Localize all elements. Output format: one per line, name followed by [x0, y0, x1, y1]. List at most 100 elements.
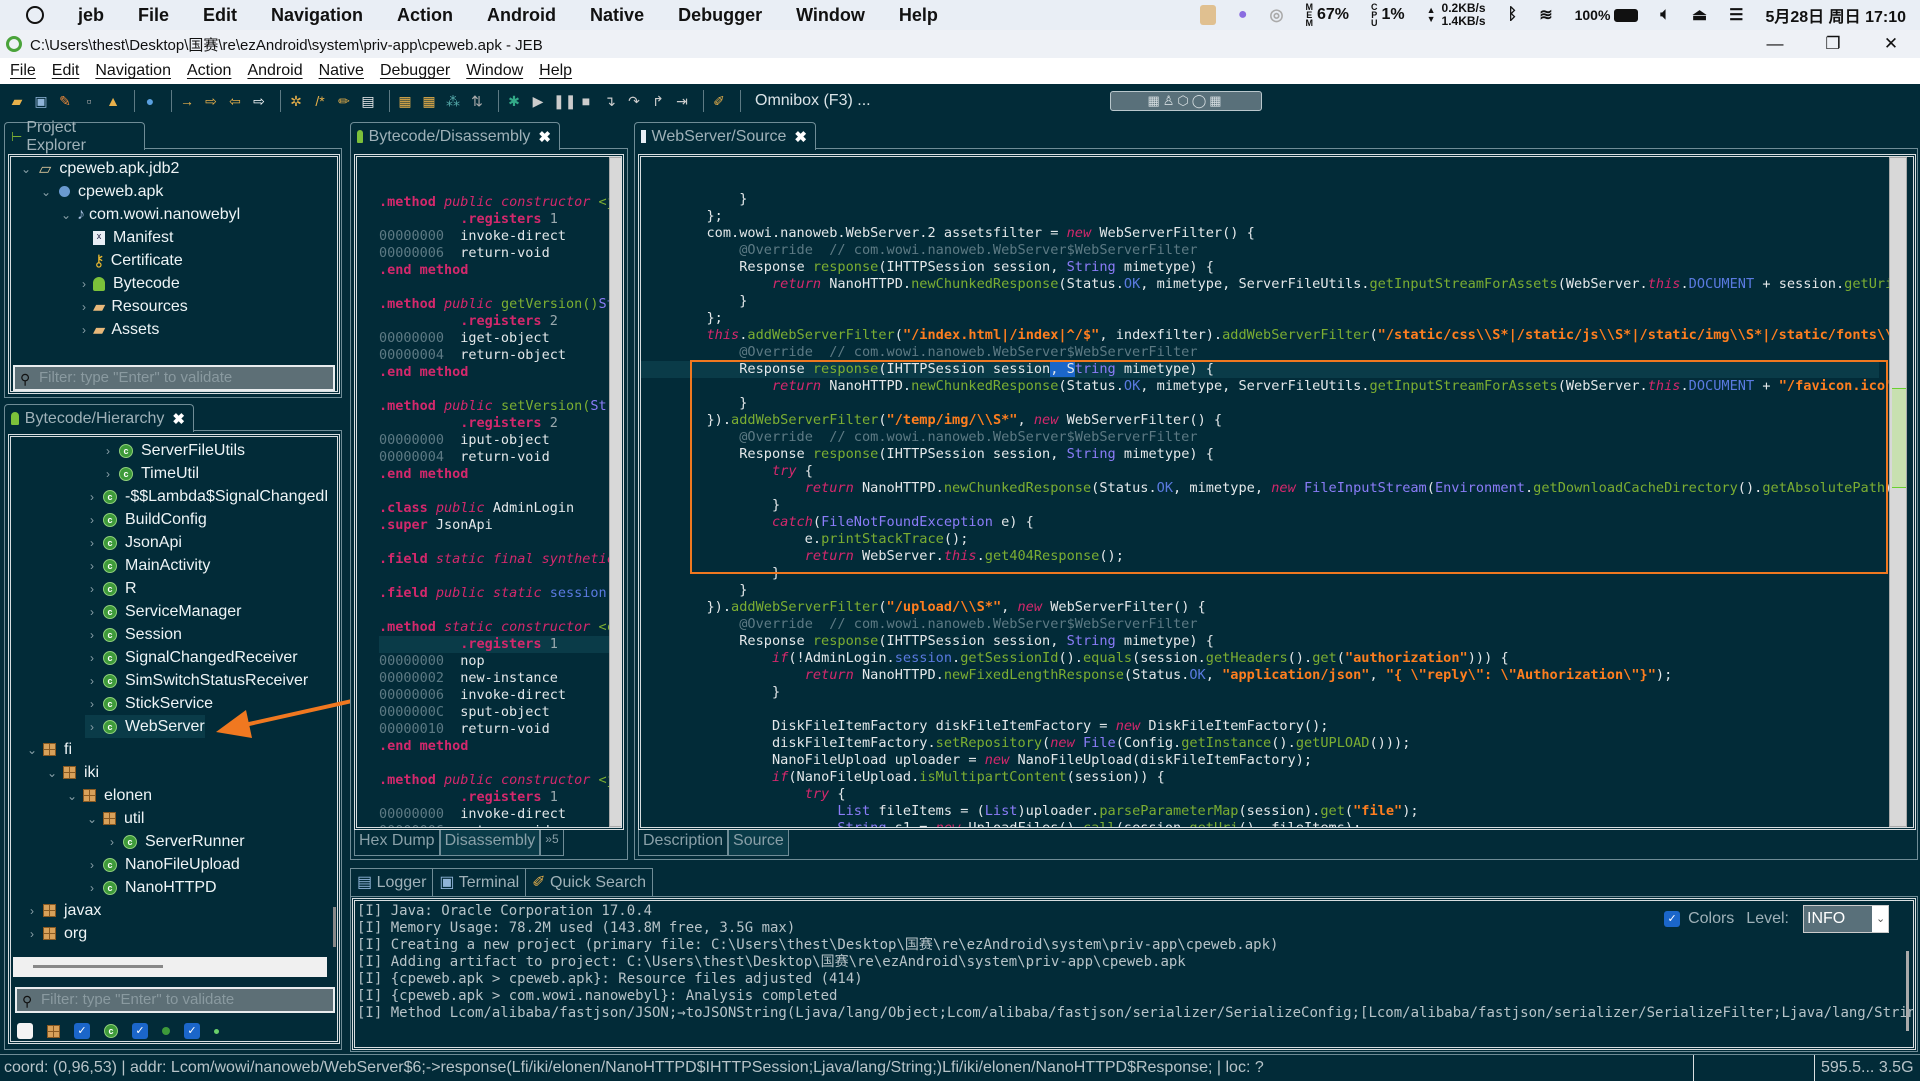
rename-icon[interactable]: ✏ — [335, 92, 353, 110]
tree-item-assets[interactable]: › ▰ Assets — [77, 318, 159, 341]
chevron-right-icon[interactable]: › — [85, 881, 99, 895]
bluetooth-icon[interactable]: ᛒ — [1508, 6, 1518, 24]
chevron-right-icon[interactable]: › — [25, 904, 39, 918]
clock[interactable]: 5月28日 周日 17:10 — [1765, 3, 1906, 27]
tree-item-certificate[interactable]: ⚷ Certificate — [93, 249, 183, 272]
chevron-down-icon[interactable]: ⌄ — [45, 766, 59, 780]
packages-icon[interactable]: ▦ — [420, 92, 438, 110]
chevron-right-icon[interactable]: › — [77, 277, 91, 291]
disassembly-code[interactable]: .method public constructor <j .registers… — [379, 177, 615, 827]
menu-native[interactable]: Native — [319, 62, 364, 80]
sys-menu-file[interactable]: File — [138, 5, 169, 26]
chevron-right-icon[interactable]: › — [85, 582, 99, 596]
chevron-right-icon[interactable]: › — [85, 720, 99, 734]
volume-icon[interactable]: 🔈︎ — [1660, 6, 1670, 24]
resume-icon[interactable]: ▶ — [529, 92, 547, 110]
checkbox-methods[interactable]: ✓ — [132, 1023, 148, 1039]
tree-package[interactable]: ⌄ fi — [25, 738, 72, 761]
tree-package[interactable]: › org — [25, 922, 87, 945]
chevron-right-icon[interactable]: › — [85, 513, 99, 527]
tree-class[interactable]: › c BuildConfig — [85, 508, 207, 531]
tree-class[interactable]: › c -$$Lambda$SignalChangedR — [85, 485, 336, 508]
close-tab-icon[interactable]: ✖ — [172, 410, 185, 428]
chevron-right-icon[interactable]: › — [101, 444, 115, 458]
tree-package[interactable]: ⌄ util — [85, 807, 144, 830]
tab-webserver-source[interactable]: WebServer/Source ✖ — [634, 122, 816, 150]
tree-class[interactable]: › c Session — [85, 623, 182, 646]
tree-class[interactable]: › c JsonApi — [85, 531, 182, 554]
warning-icon[interactable]: ▲ — [104, 92, 122, 110]
step-out-icon[interactable]: ↱ — [649, 92, 667, 110]
chevron-down-icon[interactable]: ⌄ — [25, 743, 39, 757]
menu-edit[interactable]: Edit — [52, 62, 80, 80]
tree-item-manifest[interactable]: x Manifest — [93, 226, 173, 249]
tab-bytecode-hierarchy[interactable]: Bytecode/Hierarchy ✖ — [4, 404, 194, 432]
eject-icon[interactable]: ⏏ — [1692, 5, 1707, 25]
disassembly-scrollbar[interactable] — [609, 157, 621, 827]
minimize-button[interactable]: — — [1746, 30, 1804, 58]
step-over-icon[interactable]: ↷ — [625, 92, 643, 110]
tree-item-bytecode[interactable]: › Bytecode — [77, 272, 180, 295]
chevron-right-icon[interactable]: › — [85, 490, 99, 504]
wrench-icon[interactable]: ✎ — [56, 92, 74, 110]
omnibox-input[interactable]: Omnibox (F3) ... — [755, 92, 871, 110]
chevron-down-icon[interactable]: ⌄ — [19, 162, 33, 176]
open-folder-icon[interactable]: ▰ — [8, 92, 26, 110]
tab-source[interactable]: Source — [728, 830, 789, 856]
pause-icon[interactable]: ❚❚ — [553, 92, 576, 110]
tree-class[interactable]: › c StickService — [85, 692, 213, 715]
checkbox-classes[interactable]: ✓ — [74, 1023, 90, 1039]
sys-menu-window[interactable]: Window — [796, 5, 865, 26]
perspective-switcher[interactable]: ▦♙⬡◯▦ — [1110, 91, 1262, 111]
restore-button[interactable]: ❐ — [1804, 30, 1862, 58]
tree-class[interactable]: › c NanoFileUpload — [85, 853, 240, 876]
decompile-icon[interactable]: ✲ — [287, 92, 305, 110]
step-into-icon[interactable]: ↴ — [601, 92, 619, 110]
tab-bytecode-disassembly[interactable]: Bytecode/Disassembly ✖ — [350, 122, 560, 150]
tab-description[interactable]: Description — [638, 830, 729, 856]
memory-indicator[interactable]: 595.5... 3.5G — [1814, 1055, 1920, 1081]
project-filter-input[interactable]: ⚲ Filter: type "Enter" to validate — [13, 365, 335, 391]
chevron-down-icon[interactable]: ⌄ — [59, 208, 73, 222]
checkbox-packages[interactable] — [17, 1023, 33, 1039]
sys-menu-native[interactable]: Native — [590, 5, 644, 26]
stop-icon[interactable]: ■ — [577, 92, 595, 110]
colors-checkbox[interactable]: ✓ — [1664, 911, 1681, 927]
assistant-icon[interactable]: ● — [1238, 6, 1248, 24]
tree-class[interactable]: › c ServerRunner — [105, 830, 245, 853]
system-app-name[interactable]: jeb — [78, 5, 104, 26]
tree-class[interactable]: › c SignalChangedReceiver — [85, 646, 298, 669]
tree-class[interactable]: › c NanoHTTPD — [85, 876, 217, 899]
chevron-right-icon[interactable]: › — [85, 605, 99, 619]
run-to-icon[interactable]: ⇥ — [673, 92, 691, 110]
sys-menu-navigation[interactable]: Navigation — [271, 5, 363, 26]
chevron-right-icon[interactable]: › — [85, 651, 99, 665]
chevron-right-icon[interactable]: › — [85, 536, 99, 550]
globe-icon[interactable]: ● — [141, 92, 159, 110]
tree-class[interactable]: › c ServerFileUtils — [101, 439, 245, 462]
close-tab-icon[interactable]: ✖ — [538, 128, 551, 146]
tree-class[interactable]: › c WebServer — [85, 715, 205, 738]
tab-more[interactable]: »5 — [540, 830, 564, 856]
menu-android[interactable]: Android — [247, 62, 302, 80]
jump-to-icon[interactable]: → — [178, 92, 196, 110]
tree-package[interactable]: › javax — [25, 899, 101, 922]
tab-logger[interactable]: ▤ Logger — [351, 868, 434, 897]
tree-class[interactable]: › c ServiceManager — [85, 600, 242, 623]
tree-class[interactable]: › c TimeUtil — [101, 462, 199, 485]
tab-terminal[interactable]: ▣ Terminal — [433, 868, 527, 897]
chevron-right-icon[interactable]: › — [25, 927, 39, 941]
clipboard-icon[interactable]: ◎ — [1270, 5, 1284, 25]
menu-file[interactable]: File — [10, 62, 36, 80]
back-icon[interactable]: ⇦ — [226, 92, 244, 110]
sys-menu-edit[interactable]: Edit — [203, 5, 237, 26]
tree-item-resources[interactable]: › ▰ Resources — [77, 295, 188, 318]
menu-debugger[interactable]: Debugger — [380, 62, 450, 80]
close-button[interactable]: ✕ — [1862, 30, 1920, 58]
chevron-down-icon[interactable]: ⌄ — [39, 185, 53, 199]
tab-quick-search[interactable]: ✐ Quick Search — [526, 869, 652, 897]
sys-menu-action[interactable]: Action — [397, 5, 453, 26]
save-icon[interactable]: ▣ — [32, 92, 50, 110]
checkbox-fields[interactable]: ✓ — [184, 1023, 200, 1039]
sys-menu-debugger[interactable]: Debugger — [678, 5, 762, 26]
